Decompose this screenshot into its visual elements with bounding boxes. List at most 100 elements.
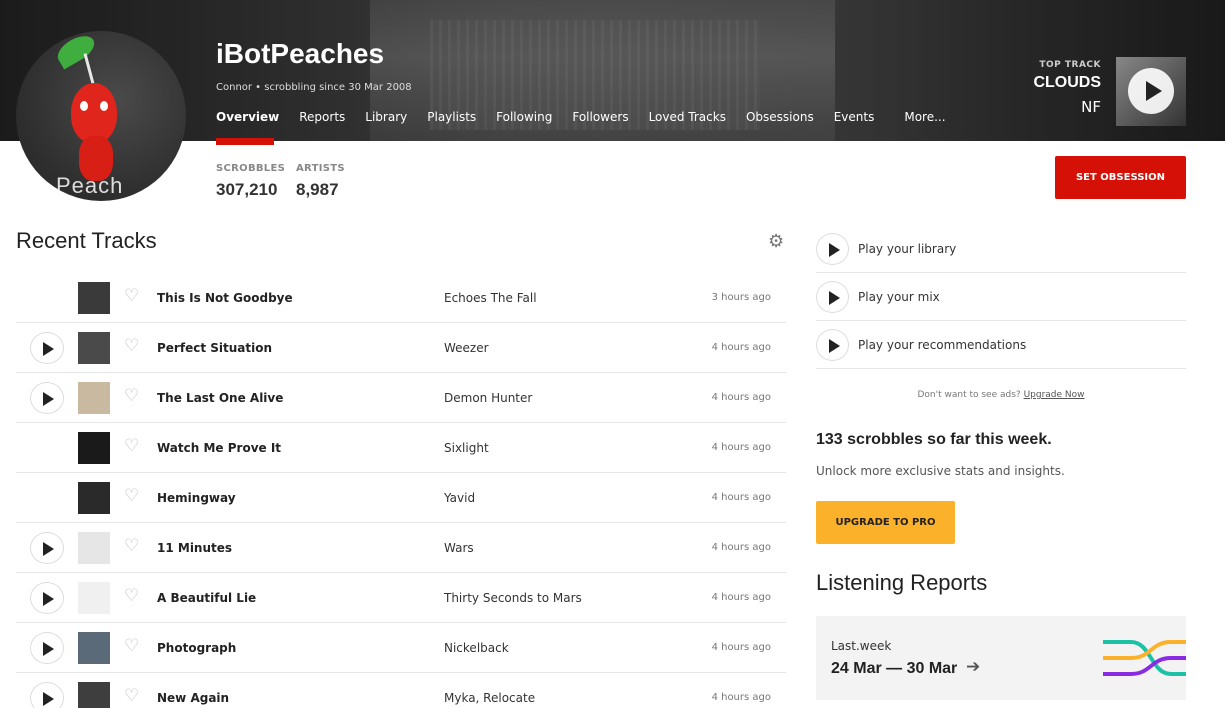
track-artist[interactable]: Demon Hunter [444, 391, 532, 405]
set-obsession-button[interactable]: SET OBSESSION [1055, 156, 1186, 199]
week-scrobbles: 133 scrobbles so far this week. [816, 431, 1052, 448]
tab-events[interactable]: Events [834, 110, 875, 124]
top-track-label: TOP TRACK [1039, 60, 1101, 70]
play-icon[interactable] [30, 332, 64, 364]
play-icon[interactable] [30, 532, 64, 564]
heart-icon[interactable]: ♡ [124, 486, 139, 506]
active-tab-indicator [216, 138, 274, 145]
weekly-report-card[interactable]: Last.week 24 Mar — 30 Mar ➔ [816, 616, 1186, 700]
table-row[interactable]: ♡ A Beautiful Lie Thirty Seconds to Mars 4 … [16, 573, 786, 623]
album-art[interactable] [78, 632, 110, 664]
tab-library[interactable]: Library [365, 110, 407, 124]
play-icon[interactable] [30, 632, 64, 664]
tab-overview[interactable]: Overview [216, 110, 279, 124]
tab-following[interactable]: Following [496, 110, 552, 124]
track-artist[interactable]: Sixlight [444, 441, 489, 455]
upgrade-now-link[interactable]: Upgrade Now [1024, 390, 1085, 400]
stat-artists-value: 8,987 [296, 180, 339, 199]
play-options: Play your library Play your mix Play you… [816, 225, 1186, 369]
arrow-right-icon[interactable]: ➔ [966, 657, 980, 677]
play-mix-label[interactable]: Play your mix [858, 290, 940, 304]
play-icon[interactable] [30, 582, 64, 614]
track-title[interactable]: Watch Me Prove It [157, 441, 281, 455]
heart-icon[interactable]: ♡ [124, 686, 139, 706]
album-art[interactable] [78, 282, 110, 314]
play-mix-row[interactable]: Play your mix [816, 273, 1186, 321]
play-recommendations-label[interactable]: Play your recommendations [858, 338, 1026, 352]
heart-icon[interactable]: ♡ [124, 536, 139, 556]
table-row[interactable]: ♡ 11 Minutes Wars 4 hours ago [16, 523, 786, 573]
top-track-artist[interactable]: NF [1033, 98, 1101, 116]
album-art[interactable] [78, 332, 110, 364]
play-recommendations-row[interactable]: Play your recommendations [816, 321, 1186, 369]
table-row[interactable]: ♡ This Is Not Goodbye Echoes The Fall 3 hou… [16, 273, 786, 323]
ads-text: Don't want to see ads? [917, 390, 1021, 400]
track-title[interactable]: This Is Not Goodbye [157, 291, 293, 305]
track-artist[interactable]: Thirty Seconds to Mars [444, 591, 582, 605]
heart-icon[interactable]: ♡ [124, 586, 139, 606]
top-track-artwork[interactable] [1116, 57, 1186, 126]
tab-followers[interactable]: Followers [572, 110, 628, 124]
ads-notice: Don't want to see ads? Upgrade Now [816, 390, 1186, 400]
tab-obsessions[interactable]: Obsessions [746, 110, 814, 124]
album-art[interactable] [78, 582, 110, 614]
track-artist[interactable]: Echoes The Fall [444, 291, 537, 305]
heart-icon[interactable]: ♡ [124, 636, 139, 656]
play-library-row[interactable]: Play your library [816, 225, 1186, 273]
table-row[interactable]: ♡ Photograph Nickelback 4 hours ago [16, 623, 786, 673]
tab-playlists[interactable]: Playlists [427, 110, 476, 124]
track-artist[interactable]: Weezer [444, 341, 489, 355]
play-icon[interactable] [1128, 68, 1174, 114]
track-timestamp: 4 hours ago [711, 542, 771, 553]
heart-icon[interactable]: ♡ [124, 286, 139, 306]
track-title[interactable]: A Beautiful Lie [157, 591, 256, 605]
table-row[interactable]: ♡ Watch Me Prove It Sixlight 4 hours ago [16, 423, 786, 473]
track-artist[interactable]: Yavid [444, 491, 475, 505]
album-art[interactable] [78, 532, 110, 564]
album-art[interactable] [78, 482, 110, 514]
play-icon[interactable] [30, 382, 64, 414]
upgrade-to-pro-button[interactable]: UPGRADE TO PRO [816, 501, 955, 544]
table-row[interactable]: ♡ The Last One Alive Demon Hunter 4 hours a… [16, 373, 786, 423]
heart-icon[interactable]: ♡ [124, 336, 139, 356]
track-title[interactable]: 11 Minutes [157, 541, 232, 555]
track-timestamp: 4 hours ago [711, 392, 771, 403]
track-artist[interactable]: Nickelback [444, 641, 509, 655]
album-art[interactable] [78, 432, 110, 464]
table-row[interactable]: ♡ Perfect Situation Weezer 4 hours ago [16, 323, 786, 373]
report-range[interactable]: 24 Mar — 30 Mar [831, 660, 957, 678]
heart-icon[interactable]: ♡ [124, 386, 139, 406]
tab-loved-tracks[interactable]: Loved Tracks [649, 110, 726, 124]
track-title[interactable]: Photograph [157, 641, 236, 655]
report-brand: Last.week [831, 639, 892, 653]
play-icon[interactable] [816, 281, 849, 313]
avatar-eye-left [80, 101, 88, 111]
top-track-title[interactable]: CLOUDS [1033, 74, 1101, 92]
stat-scrobbles[interactable]: SCROBBLES 307,210 [216, 163, 285, 200]
track-title[interactable]: New Again [157, 691, 229, 705]
avatar[interactable]: Peach [16, 31, 186, 201]
heart-icon[interactable]: ♡ [124, 436, 139, 456]
album-art[interactable] [78, 382, 110, 414]
tab-reports[interactable]: Reports [299, 110, 345, 124]
track-timestamp: 4 hours ago [711, 442, 771, 453]
play-icon[interactable] [30, 682, 64, 708]
track-timestamp: 3 hours ago [711, 292, 771, 303]
track-title[interactable]: Perfect Situation [157, 341, 272, 355]
track-title[interactable]: Hemingway [157, 491, 236, 505]
table-row[interactable]: ♡ Hemingway Yavid 4 hours ago [16, 473, 786, 523]
play-library-label[interactable]: Play your library [858, 242, 956, 256]
table-row[interactable]: ♡ New Again Myka, Relocate 4 hours ago [16, 673, 786, 708]
album-art[interactable] [78, 682, 110, 708]
gear-icon[interactable]: ⚙ [768, 231, 784, 252]
stat-artists[interactable]: ARTISTS 8,987 [296, 163, 345, 200]
play-icon[interactable] [816, 329, 849, 361]
play-icon[interactable] [816, 233, 849, 265]
avatar-text: Peach [56, 173, 124, 198]
track-title[interactable]: The Last One Alive [157, 391, 283, 405]
recent-tracks-list: ♡ This Is Not Goodbye Echoes The Fall 3 hou… [16, 273, 786, 708]
tab-more[interactable]: More... [904, 110, 945, 124]
track-artist[interactable]: Myka, Relocate [444, 691, 535, 705]
track-timestamp: 4 hours ago [711, 692, 771, 703]
track-artist[interactable]: Wars [444, 541, 474, 555]
